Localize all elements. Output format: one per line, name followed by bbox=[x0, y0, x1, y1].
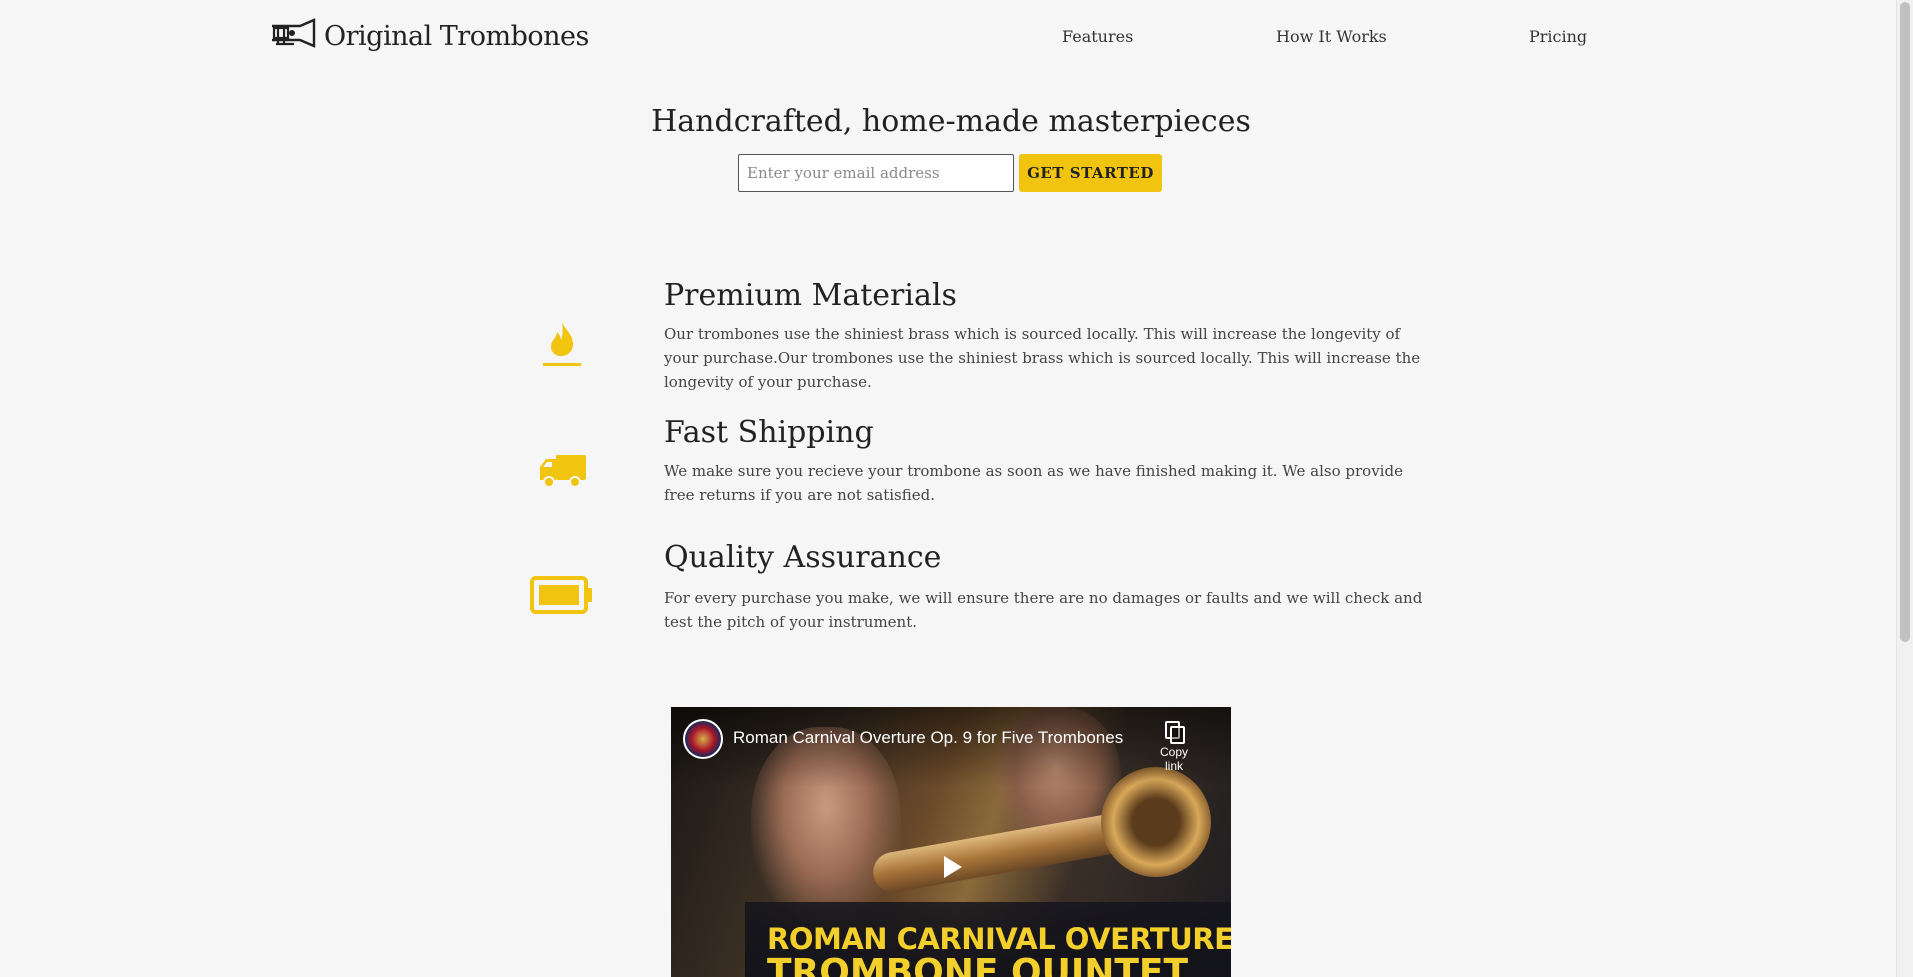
truck-icon bbox=[540, 453, 586, 495]
feature-text: Our trombones use the shiniest brass whi… bbox=[664, 325, 1421, 391]
nav-link-pricing[interactable]: Pricing bbox=[1529, 27, 1587, 46]
play-icon[interactable] bbox=[931, 847, 971, 887]
logo[interactable]: Original Trombones bbox=[270, 18, 589, 54]
logo-text: Original Trombones bbox=[324, 20, 589, 52]
video-banner-line1: ROMAN CARNIVAL OVERTURE bbox=[767, 922, 1231, 956]
video-title[interactable]: Roman Carnival Overture Op. 9 for Five T… bbox=[733, 728, 1123, 748]
email-input[interactable] bbox=[738, 154, 1014, 192]
page: Original Trombones Features How It Works… bbox=[0, 0, 1913, 977]
nav-link-features[interactable]: Features bbox=[1062, 27, 1133, 46]
channel-avatar[interactable] bbox=[683, 719, 723, 759]
nav-link-how-it-works[interactable]: How It Works bbox=[1276, 27, 1387, 46]
scrollbar-thumb[interactable] bbox=[1900, 2, 1910, 642]
feature-title: Premium Materials bbox=[664, 278, 957, 313]
copy-link-label: Copy link bbox=[1159, 745, 1188, 773]
page-scrollbar[interactable] bbox=[1896, 0, 1913, 977]
video-player[interactable]: Roman Carnival Overture Op. 9 for Five T… bbox=[671, 707, 1231, 977]
site-header: Original Trombones Features How It Works… bbox=[0, 0, 1896, 72]
feature-title: Fast Shipping bbox=[664, 415, 874, 450]
video-banner-line2: TROMBONE QUINTET bbox=[767, 952, 1189, 977]
get-started-button[interactable]: GET STARTED bbox=[1019, 154, 1162, 192]
battery-full-icon bbox=[530, 576, 594, 618]
feature-text: We make sure you recieve your trombone a… bbox=[664, 462, 1403, 504]
copy-link-button[interactable]: Copy link bbox=[1150, 707, 1198, 775]
hero-title: Handcrafted, home-made masterpieces bbox=[651, 104, 1251, 139]
feature-title: Quality Assurance bbox=[664, 540, 942, 575]
copy-icon bbox=[1165, 721, 1185, 744]
fire-icon bbox=[543, 320, 581, 374]
feature-text: For every purchase you make, we will ens… bbox=[664, 589, 1423, 631]
trombone-icon bbox=[270, 18, 316, 54]
